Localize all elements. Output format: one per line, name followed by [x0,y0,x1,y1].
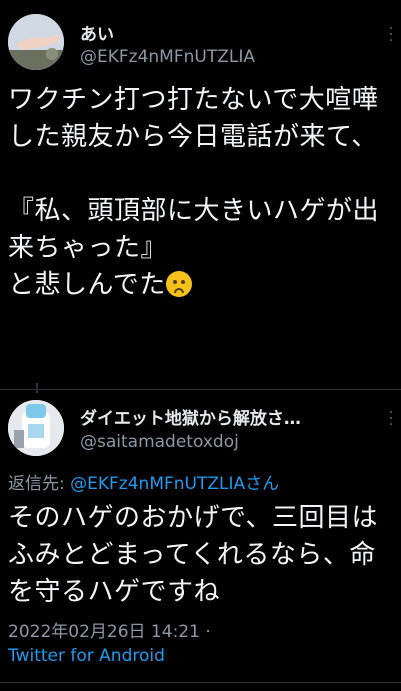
reply-mention-link[interactable]: @EKFz4nMFnUTZLIAさん [70,474,279,494]
display-name[interactable]: あい [80,20,114,45]
tweet-source-link[interactable]: Twitter for Android [8,646,165,666]
thread-line [36,383,38,393]
avatar[interactable] [8,14,64,70]
avatar-image-icon [8,14,64,70]
more-options-icon[interactable]: · · · [384,22,398,48]
display-name[interactable]: ダイエット地獄から解放さ… [80,404,370,429]
tweet-text-content: ワクチン打つ打たないで大喧嘩した親友から今日電話が来て、 『私、頭頂部に大きいハ… [8,85,380,300]
more-options-icon[interactable]: · · · [384,406,398,432]
user-handle[interactable]: @saitamadetoxdoj [80,432,239,452]
tweet-text: そのハゲのおかげで、三回目はふみとどまってくれるなら、命を守るハゲですね [8,503,378,607]
disappointed-face-icon [165,271,192,297]
avatar-image-icon [8,400,64,456]
tweet-timestamp[interactable]: 2022年02月26日 14:21 · [8,617,211,642]
avatar[interactable] [8,400,64,456]
tweet-text: ワクチン打つ打たないで大喧嘩した親友から今日電話が来て、 『私、頭頂部に大きいハ… [8,82,393,304]
reply-to-label: 返信先: [8,474,71,494]
divider [0,389,401,390]
divider [0,682,401,683]
reply-to-line: 返信先: @EKFz4nMFnUTZLIAさん [8,469,279,494]
user-handle[interactable]: @EKFz4nMFnUTZLIA [80,47,255,67]
